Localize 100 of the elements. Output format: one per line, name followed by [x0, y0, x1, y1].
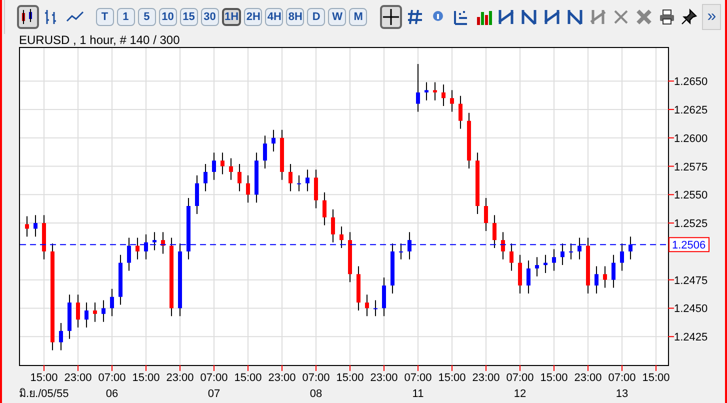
- candle: [526, 260, 530, 294]
- period-button[interactable]: D: [307, 8, 326, 26]
- candle: [212, 152, 216, 180]
- candlestick-icon[interactable]: [17, 5, 39, 29]
- candle: [340, 226, 344, 249]
- current-price-tag: 1.2506: [668, 237, 710, 252]
- time-label: 15:00: [336, 372, 364, 384]
- candle: [254, 152, 258, 204]
- chart-title: EURUSD , 1 hour, # 140 / 300: [19, 34, 180, 47]
- candle: [102, 300, 106, 322]
- candle: [612, 254, 616, 288]
- candle: [348, 232, 352, 283]
- candle: [382, 277, 386, 317]
- candle: [399, 242, 403, 260]
- candle: [110, 288, 114, 317]
- date-label: 12: [514, 388, 526, 400]
- candle: [356, 266, 360, 311]
- time-label: 23:00: [64, 372, 92, 384]
- candle: [510, 242, 514, 272]
- time-label: 15:00: [438, 372, 466, 384]
- time-label: 23:00: [166, 372, 194, 384]
- time-label: 15:00: [234, 372, 262, 384]
- period-button[interactable]: W: [328, 8, 346, 26]
- time-label: 07:00: [404, 372, 432, 384]
- candle: [501, 232, 505, 260]
- date-label: 06: [106, 388, 118, 400]
- time-label: 23:00: [472, 372, 500, 384]
- candle: [195, 174, 199, 214]
- time-label: 07:00: [98, 372, 126, 384]
- candle: [42, 214, 46, 260]
- candle: [552, 248, 556, 272]
- candle: [408, 232, 412, 260]
- period-button[interactable]: M: [349, 8, 368, 26]
- candle: [229, 158, 233, 180]
- candle: [297, 174, 301, 192]
- candle: [152, 232, 156, 251]
- period-button[interactable]: 10: [158, 8, 177, 26]
- date-label: 08: [310, 388, 322, 400]
- time-label: 15:00: [30, 372, 58, 384]
- candle: [442, 84, 446, 107]
- date-label: มิ.ย./05/55: [19, 388, 69, 400]
- candle: [34, 214, 38, 238]
- candle: [25, 216, 29, 238]
- period-button[interactable]: 8H: [286, 8, 304, 26]
- candle: [84, 302, 88, 328]
- period-button[interactable]: 1: [116, 8, 135, 26]
- candle: [144, 234, 148, 260]
- candle: [586, 237, 590, 294]
- period-button[interactable]: 5: [138, 8, 156, 26]
- candle: [127, 237, 131, 272]
- candle: [220, 152, 224, 175]
- candle: [484, 198, 488, 232]
- period-button[interactable]: 2H: [244, 8, 262, 26]
- candle: [416, 64, 420, 112]
- time-label: 15:00: [642, 372, 670, 384]
- more-button[interactable]: »: [702, 4, 721, 30]
- price-label: 1.2650: [674, 76, 708, 88]
- candle: [59, 322, 63, 351]
- period-button[interactable]: 15: [180, 8, 198, 26]
- candle: [280, 129, 284, 180]
- candle: [118, 254, 122, 306]
- time-label: 15:00: [132, 372, 160, 384]
- price-label: 1.2625: [674, 104, 708, 116]
- period-button[interactable]: 30: [200, 8, 219, 26]
- candle: [331, 208, 335, 243]
- candle: [544, 254, 548, 274]
- candle: [68, 294, 72, 340]
- time-label: 07:00: [302, 372, 330, 384]
- candle: [263, 135, 267, 170]
- price-label: 1.2550: [674, 190, 708, 202]
- candle: [560, 242, 564, 266]
- price-label: 1.2425: [674, 332, 708, 344]
- period-button[interactable]: 4H: [265, 8, 284, 26]
- candle: [365, 294, 369, 317]
- candle: [450, 90, 454, 112]
- candle: [467, 112, 471, 170]
- price-label: 1.2575: [674, 161, 708, 174]
- candle: [374, 300, 378, 317]
- time-label: 07:00: [200, 372, 228, 384]
- time-label: 23:00: [370, 372, 398, 384]
- candle: [518, 254, 522, 294]
- period-button[interactable]: T: [96, 8, 114, 26]
- candle: [186, 198, 190, 260]
- price-label: 1.2600: [674, 132, 708, 145]
- ref-line-label: 1.2506: [672, 240, 706, 252]
- candle: [136, 237, 140, 260]
- candle: [288, 163, 292, 192]
- candle: [161, 232, 165, 254]
- candle: [424, 82, 428, 101]
- candle: [433, 82, 437, 101]
- crosshair-icon[interactable]: [380, 5, 402, 29]
- time-label: 23:00: [574, 372, 602, 384]
- candle: [628, 236, 632, 260]
- price-label: 1.2475: [674, 274, 708, 287]
- date-label: 07: [208, 388, 220, 400]
- date-label: 13: [616, 388, 628, 400]
- time-label: 07:00: [506, 372, 534, 384]
- candle: [204, 163, 208, 192]
- candle: [390, 242, 394, 294]
- period-button[interactable]: 1H: [222, 8, 242, 26]
